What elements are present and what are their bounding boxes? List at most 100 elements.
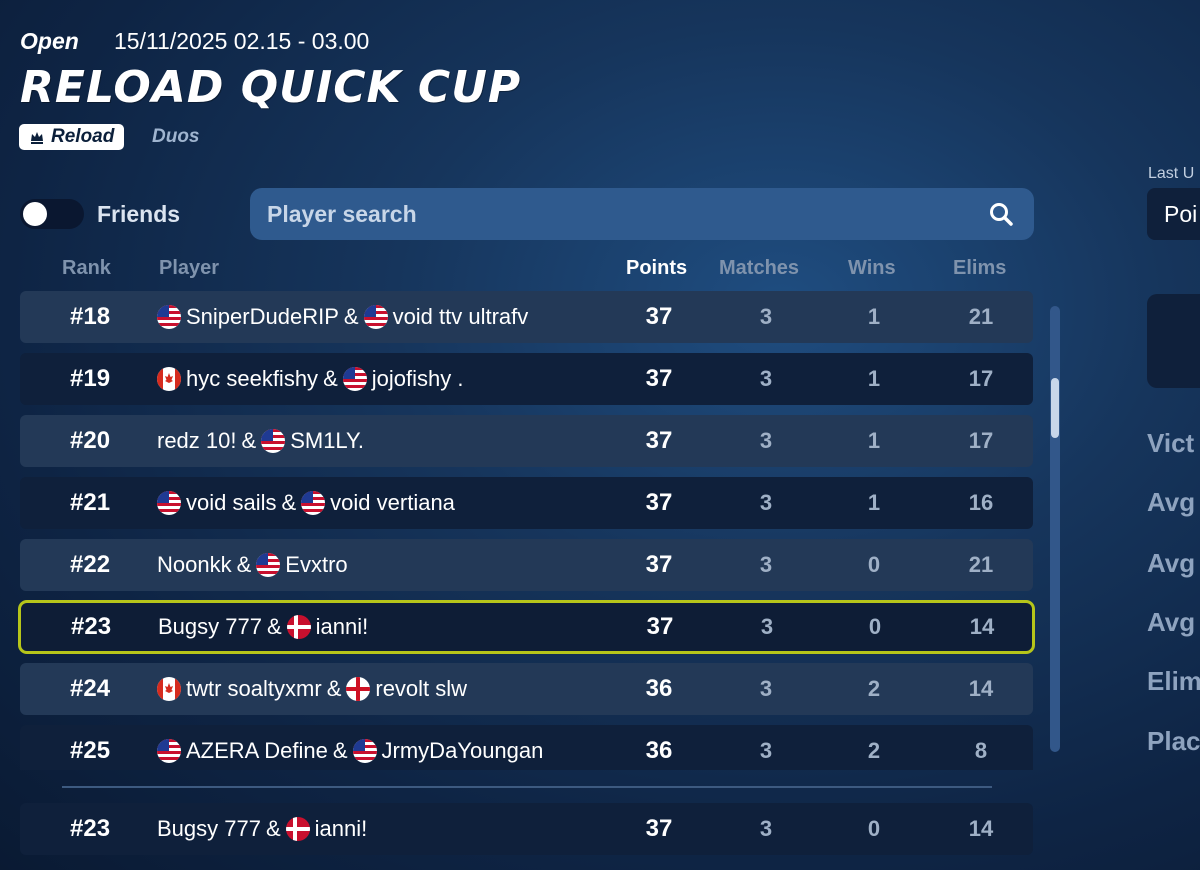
player-name: SM1LY. bbox=[290, 428, 364, 453]
stat-label-avg-2: Avg bbox=[1147, 548, 1196, 578]
us-flag-icon bbox=[261, 429, 286, 453]
stat-label-avg-3: Avg bbox=[1147, 607, 1196, 637]
rank-cell: #19 bbox=[70, 365, 111, 392]
search-input[interactable] bbox=[250, 188, 1034, 240]
matches-cell: 3 bbox=[759, 738, 773, 763]
divider bbox=[62, 786, 992, 788]
badge-label: Reload bbox=[51, 126, 115, 147]
table-row[interactable]: #23 Bugsy 777 & ianni! 37 3 0 14 bbox=[18, 600, 1035, 654]
table-row[interactable]: #23 Bugsy 777 & ianni! 37 3 0 14 bbox=[20, 803, 1033, 855]
player-separator: & bbox=[281, 490, 297, 515]
points-cell: 37 bbox=[645, 365, 673, 392]
elims-cell: 14 bbox=[968, 816, 994, 841]
search-icon[interactable] bbox=[988, 201, 1014, 227]
player-separator: & bbox=[241, 428, 257, 453]
elims-cell: 14 bbox=[969, 614, 995, 639]
matches-cell: 3 bbox=[759, 490, 773, 515]
player-separator: & bbox=[332, 738, 348, 763]
matches-cell: 3 bbox=[759, 428, 773, 453]
player-separator: & bbox=[265, 816, 281, 841]
elims-cell: 21 bbox=[968, 552, 994, 577]
points-cell: 36 bbox=[645, 675, 673, 702]
matches-cell: 3 bbox=[759, 552, 773, 577]
points-cell: 37 bbox=[646, 613, 674, 640]
us-flag-icon bbox=[157, 491, 181, 515]
player-name: JrmyDaYoungan bbox=[381, 738, 544, 763]
us-flag-icon bbox=[363, 305, 388, 329]
player-name: redz 10! bbox=[157, 428, 237, 453]
england-flag-icon bbox=[346, 677, 371, 701]
matches-cell: 3 bbox=[759, 816, 773, 841]
table-row[interactable]: #20 redz 10! & SM1LY. 37 3 1 17 bbox=[20, 415, 1033, 467]
player-name: SniperDudeRIP bbox=[186, 304, 339, 329]
scrollbar-track[interactable] bbox=[1050, 306, 1060, 752]
player-name: Noonkk bbox=[157, 552, 232, 577]
sort-dropdown[interactable]: Poi bbox=[1147, 188, 1200, 240]
elims-cell: 14 bbox=[968, 676, 994, 701]
player-cell: redz 10! & SM1LY. bbox=[157, 415, 364, 467]
wins-cell: 2 bbox=[867, 676, 881, 701]
reload-badge: Reload bbox=[19, 124, 125, 150]
canada-flag-icon bbox=[157, 367, 181, 391]
matches-cell: 3 bbox=[760, 614, 774, 639]
player-separator: & bbox=[266, 614, 282, 639]
rank-cell: #23 bbox=[70, 815, 111, 842]
player-name: void ttv ultrafv bbox=[392, 304, 529, 329]
canada-flag-icon bbox=[157, 677, 181, 701]
matches-cell: 3 bbox=[759, 304, 773, 329]
table-row[interactable]: #18 SniperDudeRIP & void ttv ultrafv 37 3 1 21 bbox=[20, 291, 1033, 343]
col-rank: Rank bbox=[62, 257, 111, 279]
player-card bbox=[1147, 294, 1200, 388]
elims-cell: 21 bbox=[968, 304, 994, 329]
player-name: revolt slw bbox=[375, 676, 468, 701]
friends-label: Friends bbox=[97, 201, 181, 227]
player-name: twtr soaltyxmr bbox=[186, 676, 322, 701]
points-cell: 36 bbox=[645, 737, 673, 764]
points-cell: 37 bbox=[645, 427, 673, 454]
stat-label-avg-1: Avg bbox=[1147, 487, 1196, 517]
elims-cell: 17 bbox=[968, 366, 994, 391]
table-row[interactable]: #19 hyc seekfishy & jojofishy . 37 3 1 17 bbox=[20, 353, 1033, 405]
us-flag-icon bbox=[352, 739, 377, 763]
col-wins[interactable]: Wins bbox=[848, 257, 896, 280]
wins-cell: 0 bbox=[867, 816, 881, 841]
table-row[interactable]: #21 void sails & void vertiana 37 3 1 16 bbox=[20, 477, 1033, 529]
us-flag-icon bbox=[256, 553, 281, 577]
stat-label-victories: Vict bbox=[1147, 428, 1195, 458]
scrollbar-thumb[interactable] bbox=[1051, 378, 1059, 438]
player-name: jojofishy . bbox=[371, 366, 464, 391]
last-updated-label: Last U bbox=[1148, 165, 1195, 182]
friends-toggle[interactable] bbox=[20, 199, 84, 229]
wins-cell: 1 bbox=[867, 490, 881, 515]
points-cell: 37 bbox=[645, 551, 673, 578]
table-row[interactable]: #22 Noonkk & Evxtro 37 3 0 21 bbox=[20, 539, 1033, 591]
col-matches[interactable]: Matches bbox=[719, 257, 799, 280]
stat-label-placement: Plac bbox=[1147, 726, 1200, 756]
us-flag-icon bbox=[157, 739, 181, 763]
wins-cell: 1 bbox=[867, 428, 881, 453]
points-cell: 37 bbox=[645, 815, 673, 842]
col-elims[interactable]: Elims bbox=[953, 257, 1006, 280]
stat-label-elims: Elim bbox=[1147, 666, 1200, 696]
elims-cell: 17 bbox=[968, 428, 994, 453]
wins-cell: 1 bbox=[867, 304, 881, 329]
player-cell: void sails & void vertiana bbox=[157, 477, 455, 529]
rank-cell: #22 bbox=[70, 551, 111, 578]
player-name: AZERA Define bbox=[186, 738, 328, 763]
elims-cell: 8 bbox=[974, 738, 988, 763]
elims-cell: 16 bbox=[968, 490, 994, 515]
player-search[interactable] bbox=[250, 188, 1034, 240]
table-row[interactable]: #25 AZERA Define & JrmyDaYoungan 36 3 2 8 bbox=[20, 725, 1033, 770]
player-name: void vertiana bbox=[330, 490, 455, 515]
points-cell: 37 bbox=[645, 489, 673, 516]
rank-cell: #24 bbox=[70, 675, 111, 702]
col-points[interactable]: Points bbox=[626, 257, 687, 280]
player-name: Bugsy 777 bbox=[157, 816, 261, 841]
wins-cell: 1 bbox=[867, 366, 881, 391]
mode-label: Duos bbox=[152, 126, 200, 147]
player-separator: & bbox=[236, 552, 252, 577]
player-cell: Bugsy 777 & ianni! bbox=[157, 803, 367, 855]
header-status: Open bbox=[20, 28, 79, 54]
table-row[interactable]: #24 twtr soaltyxmr & revolt slw 36 3 2 14 bbox=[20, 663, 1033, 715]
denmark-flag-icon bbox=[285, 817, 310, 841]
